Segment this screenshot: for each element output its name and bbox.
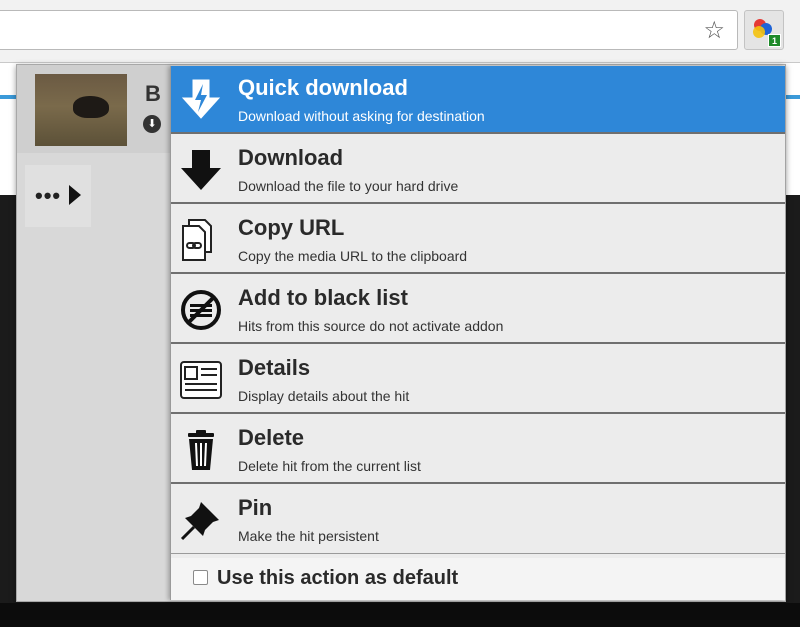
menu-item-desc: Download without asking for destination	[238, 108, 485, 124]
menu-item-title: Download	[238, 145, 344, 170]
menu-item-title: Details	[238, 355, 311, 380]
menu-item-pin[interactable]: Pin Make the hit persistent	[171, 486, 785, 554]
address-bar[interactable]: ☆	[0, 10, 738, 50]
menu-item-quick-download[interactable]: Quick download Download without asking f…	[171, 66, 785, 134]
hit-status-icon: ⬇	[143, 115, 161, 133]
star-icon[interactable]: ☆	[703, 17, 725, 43]
action-menu: Quick download Download without asking f…	[170, 66, 785, 600]
extension-button[interactable]: 1	[744, 10, 784, 50]
menu-item-desc: Download the file to your hard drive	[238, 178, 459, 194]
menu-item-delete[interactable]: Delete Delete hit from the current list	[171, 416, 785, 484]
menu-item-title: Delete	[238, 425, 305, 450]
menu-item-copy-url[interactable]: Copy URL Copy the media URL to the clipb…	[171, 206, 785, 274]
more-dots: •••	[35, 183, 62, 208]
extension-badge: 1	[768, 34, 781, 47]
copy-url-icon	[182, 219, 212, 261]
pin-icon	[180, 502, 219, 541]
menu-item-desc: Hits from this source do not activate ad…	[238, 318, 504, 334]
menu-item-title: Add to black list	[238, 285, 408, 310]
menu-item-desc: Display details about the hit	[238, 388, 410, 404]
page-bottom	[0, 603, 800, 627]
menu-item-desc: Copy the media URL to the clipboard	[238, 248, 468, 264]
menu-item-desc: Make the hit persistent	[238, 528, 379, 544]
default-action-checkbox[interactable]	[193, 570, 208, 585]
chevron-right-icon	[69, 185, 81, 205]
browser-toolbar: ☆ 1	[0, 0, 800, 63]
hit-row[interactable]: B ⬇	[17, 65, 171, 153]
hit-thumbnail	[35, 74, 127, 146]
default-action-row: Use this action as default	[171, 558, 785, 600]
trash-icon	[188, 430, 214, 470]
hit-title: B	[145, 81, 161, 106]
menu-item-details[interactable]: Details Display details about the hit	[171, 346, 785, 414]
menu-item-desc: Delete hit from the current list	[238, 458, 421, 474]
default-action-label[interactable]: Use this action as default	[217, 567, 458, 590]
menu-item-title: Quick download	[238, 75, 408, 100]
details-icon	[180, 361, 222, 399]
menu-item-title: Copy URL	[238, 215, 345, 240]
menu-item-download[interactable]: Download Download the file to your hard …	[171, 136, 785, 204]
menu-item-blacklist[interactable]: Add to black list Hits from this source …	[171, 276, 785, 344]
menu-item-title: Pin	[238, 495, 273, 520]
thumbnail-subject	[73, 96, 109, 118]
blacklist-icon	[181, 290, 221, 330]
more-actions-button[interactable]: •••	[25, 165, 91, 227]
download-arrow-icon	[181, 150, 221, 190]
quick-download-icon	[181, 79, 221, 119]
